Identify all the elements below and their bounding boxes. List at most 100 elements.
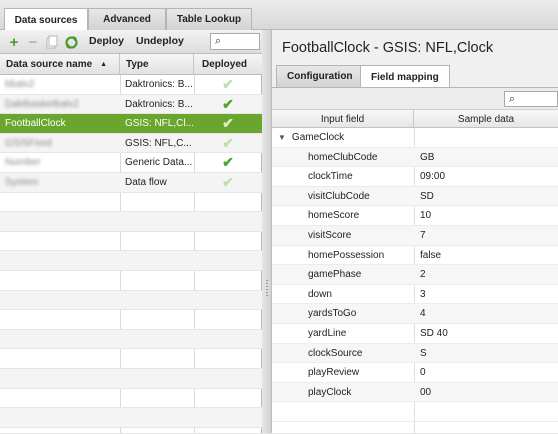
minus-icon[interactable]: − xyxy=(25,34,41,50)
input-field-name: homePossession xyxy=(308,249,385,261)
tab-advanced[interactable]: Advanced xyxy=(88,8,166,30)
field-row[interactable]: homeScore 10 xyxy=(272,206,558,226)
sample-value: SD xyxy=(420,190,434,202)
column-header-name[interactable]: Data source name ▲ xyxy=(0,54,120,75)
data-source-row[interactable]: Number Generic Data... ✔ xyxy=(0,153,262,173)
data-source-name: Daktbasketbalv2 xyxy=(5,98,79,110)
field-search-input[interactable]: ⌕ xyxy=(504,91,558,107)
deployed-status: ✔ xyxy=(194,114,262,133)
data-source-name: bbalv2 xyxy=(5,79,35,90)
sample-value: 4 xyxy=(420,308,426,320)
data-source-type: Data flow xyxy=(125,176,167,188)
field-mapping-table: ⌕ Input field Sample data ▼ GameClock ho… xyxy=(272,87,558,434)
data-source-type: GSIS: NFL,C... xyxy=(125,137,192,149)
input-field-name: yardsToGo xyxy=(308,308,357,320)
collapse-triangle-icon[interactable]: ▼ xyxy=(278,133,286,142)
data-source-type: GSIS: NFL,Cl... xyxy=(125,118,194,130)
deployed-status: ✔ xyxy=(194,75,262,94)
input-field-name: homeScore xyxy=(308,210,360,222)
data-source-row[interactable]: GSISFeed GSIS: NFL,C... ✔ xyxy=(0,133,262,154)
splitter-grip-icon[interactable] xyxy=(266,280,268,296)
sample-value: 00 xyxy=(420,386,432,398)
refresh-icon[interactable] xyxy=(63,34,79,50)
sample-value: 7 xyxy=(420,229,426,241)
field-row[interactable]: playReview 0 xyxy=(272,363,558,383)
sample-value: 0 xyxy=(420,367,426,379)
column-header-deployed[interactable]: Deployed xyxy=(194,54,262,75)
data-source-type: Daktronics: B... xyxy=(125,98,193,110)
tab-configuration[interactable]: Configuration xyxy=(276,65,364,87)
tab-field-mapping[interactable]: Field mapping xyxy=(360,65,450,88)
field-group-label: ▼ GameClock xyxy=(278,128,344,147)
group-name: GameClock xyxy=(291,132,345,143)
sample-value: S xyxy=(420,347,427,359)
copy-icon[interactable] xyxy=(44,34,60,50)
sample-value: false xyxy=(420,249,442,261)
data-source-name: FootballClock xyxy=(5,118,66,130)
data-source-name: GSISFeed xyxy=(5,137,52,149)
data-source-name: System xyxy=(5,176,39,188)
field-row[interactable]: yardsToGo 4 xyxy=(272,304,558,324)
data-source-type: Daktronics: B... xyxy=(125,79,193,90)
empty-row xyxy=(0,251,262,271)
field-row[interactable]: homePossession false xyxy=(272,246,558,266)
empty-row xyxy=(0,290,262,311)
field-filter-bar: ⌕ xyxy=(272,88,558,110)
field-mapping-header: Input field Sample data xyxy=(272,110,558,128)
column-header-type[interactable]: Type xyxy=(120,54,194,75)
data-sources-header: Data source name ▲ Type Deployed xyxy=(0,54,262,75)
checkmark-icon: ✔ xyxy=(222,154,234,171)
tab-table-lookup[interactable]: Table Lookup xyxy=(166,8,252,30)
tab-data-sources[interactable]: Data sources xyxy=(4,8,88,31)
field-row[interactable]: playClock 00 xyxy=(272,382,558,403)
column-header-sample-data[interactable]: Sample data xyxy=(414,110,558,128)
deploy-button[interactable]: Deploy xyxy=(89,35,124,47)
input-field-name: yardLine xyxy=(308,327,347,339)
field-row[interactable]: down 3 xyxy=(272,285,558,305)
data-source-row[interactable]: Daktbasketbalv2 Daktronics: B... ✔ xyxy=(0,94,262,115)
field-row[interactable]: gamePhase 2 xyxy=(272,265,558,285)
input-field-name: playClock xyxy=(308,386,352,398)
data-source-row[interactable]: bbalv2 Daktronics: B... ✔ xyxy=(0,75,262,95)
field-row[interactable]: clockTime 09:00 xyxy=(272,167,558,187)
sample-value: 10 xyxy=(420,210,432,222)
empty-row xyxy=(0,349,262,369)
data-source-row[interactable]: System Data flow ✔ xyxy=(0,172,262,193)
field-row[interactable]: visitClubCode SD xyxy=(272,186,558,207)
search-icon: ⌕ xyxy=(509,93,516,105)
sample-value: 2 xyxy=(420,269,426,281)
field-row[interactable]: homeClubCode GB xyxy=(272,147,558,168)
data-source-detail-panel: FootballClock - GSIS: NFL,Clock Configur… xyxy=(272,30,558,434)
sample-value: 3 xyxy=(420,288,426,300)
checkmark-icon: ✔ xyxy=(222,173,234,190)
sample-value: 09:00 xyxy=(420,171,446,183)
empty-row xyxy=(0,329,262,350)
input-field-name: visitClubCode xyxy=(308,190,370,202)
data-sources-toolbar: + − Deploy Undeploy ⌕ xyxy=(0,30,262,54)
deployed-status: ✔ xyxy=(194,153,262,172)
empty-row xyxy=(0,368,262,389)
field-row[interactable]: clockSource S xyxy=(272,343,558,364)
field-group-row[interactable]: ▼ GameClock xyxy=(272,128,558,148)
data-source-search-input[interactable]: ⌕ xyxy=(210,33,260,50)
field-row[interactable]: yardLine SD 40 xyxy=(272,324,558,344)
checkmark-icon: ✔ xyxy=(222,95,234,112)
column-header-name-label: Data source name xyxy=(6,59,93,70)
panel-splitter[interactable] xyxy=(262,30,272,433)
empty-row xyxy=(0,408,262,428)
sort-ascending-icon: ▲ xyxy=(100,61,108,68)
data-source-row-selected[interactable]: FootballClock GSIS: NFL,Cl... ✔ xyxy=(0,114,262,134)
sample-value: GB xyxy=(420,151,435,163)
undeploy-button[interactable]: Undeploy xyxy=(136,35,184,47)
empty-row xyxy=(0,193,262,213)
data-sources-panel: + − Deploy Undeploy ⌕ Data source name ▲… xyxy=(0,30,262,433)
input-field-name: playReview xyxy=(308,367,360,379)
field-row[interactable]: visitScore 7 xyxy=(272,225,558,246)
plus-icon[interactable]: + xyxy=(6,34,22,50)
data-source-type: Generic Data... xyxy=(125,157,193,169)
input-field-name: down xyxy=(308,288,332,300)
detail-title: FootballClock - GSIS: NFL,Clock xyxy=(282,40,494,56)
empty-row xyxy=(0,232,262,252)
column-header-input-field[interactable]: Input field xyxy=(272,110,414,128)
sample-value: SD 40 xyxy=(420,327,448,339)
